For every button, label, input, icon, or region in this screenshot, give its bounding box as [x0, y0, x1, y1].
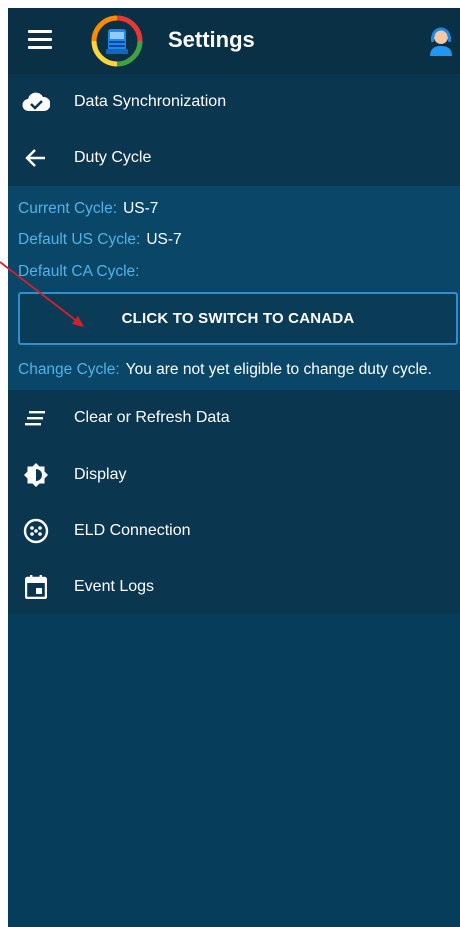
data-synchronization-item[interactable]: Data Synchronization: [8, 74, 460, 130]
default-ca-cycle-row: Default CA Cycle:: [18, 263, 145, 281]
clear-lines-icon: [22, 404, 50, 432]
default-us-cycle-label: Default US Cycle:: [18, 231, 141, 248]
current-cycle-row: Current Cycle: US-7: [18, 200, 158, 218]
clear-refresh-data-item[interactable]: Clear or Refresh Data: [8, 390, 460, 446]
data-synchronization-label: Data Synchronization: [74, 93, 227, 110]
duty-cycle-label: Duty Cycle: [74, 149, 152, 166]
back-arrow-icon[interactable]: [22, 144, 50, 172]
connector-icon: [22, 517, 50, 545]
change-cycle-label: Change Cycle:: [18, 361, 120, 378]
app-bar: Settings: [8, 8, 460, 74]
clear-refresh-data-label: Clear or Refresh Data: [74, 409, 230, 426]
cloud-check-icon: [22, 88, 50, 116]
default-ca-cycle-label: Default CA Cycle:: [18, 263, 140, 280]
default-us-cycle-row: Default US Cycle: US-7: [18, 231, 182, 249]
page-title: Settings: [168, 27, 255, 52]
settings-screen: Settings Data Synchronization Duty Cycle…: [8, 8, 460, 927]
change-cycle-message: You are not yet eligible to change duty …: [125, 361, 432, 378]
brightness-icon: [22, 461, 50, 489]
duty-cycle-item[interactable]: Duty Cycle: [8, 130, 460, 186]
eld-connection-item[interactable]: ELD Connection: [8, 503, 460, 559]
event-logs-label: Event Logs: [74, 578, 155, 595]
display-label: Display: [74, 466, 127, 483]
display-item[interactable]: Display: [8, 447, 460, 503]
truck-logo-icon: [91, 12, 143, 70]
current-cycle-label: Current Cycle:: [18, 200, 118, 217]
hamburger-menu-icon[interactable]: [28, 30, 52, 50]
eld-connection-label: ELD Connection: [74, 522, 191, 539]
default-us-cycle-value: US-7: [146, 231, 182, 248]
event-logs-item[interactable]: Event Logs: [8, 559, 460, 615]
current-cycle-value: US-7: [123, 200, 159, 217]
settings-menu-list: Clear or Refresh Data Display ELD Connec…: [8, 390, 460, 614]
switch-to-canada-button[interactable]: CLICK TO SWITCH TO CANADA: [18, 292, 458, 345]
change-cycle-row: Change Cycle: You are not yet eligible to…: [18, 361, 432, 379]
calendar-icon: [22, 573, 50, 601]
support-agent-icon[interactable]: [428, 26, 454, 56]
